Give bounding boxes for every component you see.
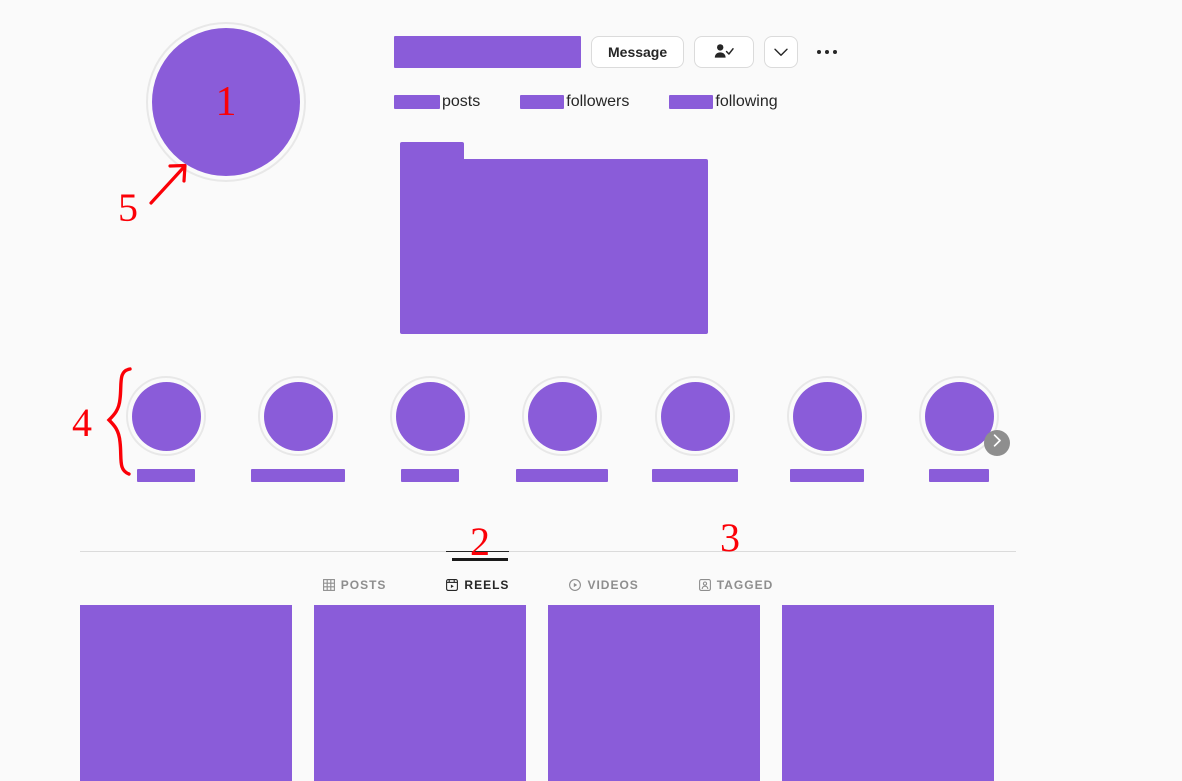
profile-stats: posts followers following — [394, 93, 1034, 111]
highlight-item-6[interactable] — [777, 376, 877, 482]
highlight-ring — [258, 376, 338, 456]
following-count-redacted — [669, 95, 714, 109]
posts-count-redacted — [394, 95, 440, 109]
chevron-right-icon — [993, 434, 1002, 452]
bio-line-top — [400, 142, 464, 159]
username-redacted — [394, 36, 581, 68]
profile-tabs: POSTS REELS VIDEOS TAGGED — [80, 551, 1016, 602]
tab-tagged[interactable]: TAGGED — [698, 551, 774, 599]
highlight-item-1[interactable] — [116, 376, 216, 482]
post-tile[interactable] — [314, 605, 526, 781]
ellipsis-icon — [817, 50, 838, 54]
following-button[interactable] — [694, 36, 755, 68]
highlights-next-button[interactable] — [984, 430, 1010, 456]
stat-posts[interactable]: posts — [394, 93, 480, 111]
highlight-cover — [792, 381, 862, 451]
highlight-ring — [787, 376, 867, 456]
highlight-cover — [263, 381, 333, 451]
highlight-cover — [527, 381, 597, 451]
highlight-cover — [131, 381, 201, 451]
tab-tagged-label: TAGGED — [716, 578, 774, 592]
tab-videos-label: VIDEOS — [587, 578, 639, 592]
following-label: following — [715, 93, 778, 110]
bio-body — [400, 159, 708, 334]
highlight-label-redacted — [251, 469, 345, 482]
post-tile[interactable] — [548, 605, 760, 781]
highlight-item-5[interactable] — [645, 376, 745, 482]
highlight-label-redacted — [137, 469, 195, 482]
tab-videos[interactable]: VIDEOS — [569, 551, 638, 599]
stat-following[interactable]: following — [669, 93, 778, 111]
highlight-label-redacted — [652, 469, 738, 482]
grid-icon — [322, 579, 335, 591]
tab-posts[interactable]: POSTS — [322, 551, 387, 599]
followers-count-redacted — [520, 95, 565, 109]
highlight-item-4[interactable] — [512, 376, 612, 482]
highlight-item-7[interactable] — [909, 376, 1009, 482]
tagged-person-icon — [698, 579, 711, 591]
profile-main: Message posts followers following — [394, 32, 1034, 111]
posts-label: posts — [442, 93, 481, 110]
avatar: 1 — [152, 28, 300, 176]
highlight-label-redacted — [929, 469, 989, 482]
annotation-number-1: 1 — [215, 79, 237, 125]
highlight-label-redacted — [790, 469, 864, 482]
person-check-icon — [714, 43, 734, 62]
followers-label: followers — [566, 93, 630, 110]
highlight-ring — [655, 376, 735, 456]
highlight-ring — [522, 376, 602, 456]
chevron-down-icon — [774, 44, 788, 60]
username-row: Message — [394, 32, 1034, 72]
profile-avatar[interactable]: 1 — [146, 22, 306, 182]
highlight-ring — [390, 376, 470, 456]
message-button[interactable]: Message — [591, 36, 685, 68]
tab-posts-label: POSTS — [340, 578, 387, 592]
profile-header: 1 Message posts followers following — [0, 0, 1060, 350]
highlight-cover — [395, 381, 465, 451]
profile-dropdown-button[interactable] — [764, 36, 799, 68]
post-grid — [80, 605, 1016, 781]
highlight-label-redacted — [516, 469, 608, 482]
highlight-ring — [126, 376, 206, 456]
stat-followers[interactable]: followers — [520, 93, 629, 111]
highlight-item-2[interactable] — [248, 376, 348, 482]
reels-icon — [446, 579, 459, 591]
tab-reels-label: REELS — [464, 578, 510, 592]
highlight-item-3[interactable] — [380, 376, 480, 482]
highlight-cover — [660, 381, 730, 451]
post-tile[interactable] — [80, 605, 292, 781]
play-circle-icon — [569, 579, 582, 591]
profile-bio-redacted — [400, 142, 708, 334]
highlight-label-redacted — [401, 469, 459, 482]
options-button[interactable] — [808, 36, 846, 68]
annotation-2-underline — [452, 558, 508, 561]
story-highlights — [0, 376, 1060, 496]
post-tile[interactable] — [782, 605, 994, 781]
